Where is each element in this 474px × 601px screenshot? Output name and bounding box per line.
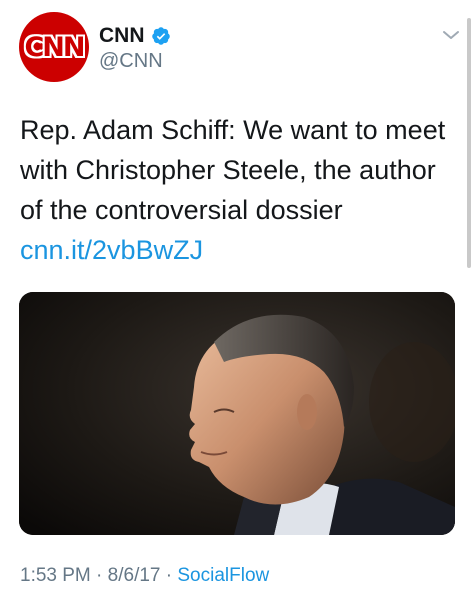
author-display-name[interactable]: CNN: [99, 24, 145, 48]
scrollbar[interactable]: [467, 18, 471, 268]
tweet-meta: 1:53 PM · 8/6/17 · SocialFlow: [20, 565, 269, 587]
author-handle[interactable]: @CNN: [99, 50, 163, 73]
tweet-time[interactable]: 1:53 PM: [20, 565, 91, 586]
tweet-text: Rep. Adam Schiff: We want to meet with C…: [20, 110, 456, 270]
photo-image: [19, 292, 455, 535]
tweet-media-photo[interactable]: [19, 292, 455, 535]
tweet-date[interactable]: 8/6/17: [108, 565, 161, 586]
avatar[interactable]: CNN: [19, 12, 89, 82]
tweet-link[interactable]: cnn.it/2vbBwZJ: [20, 235, 203, 265]
meta-separator: ·: [90, 565, 108, 586]
author-name-row: CNN: [99, 24, 171, 48]
meta-separator: ·: [160, 565, 178, 586]
tweet-body: Rep. Adam Schiff: We want to meet with C…: [20, 115, 446, 225]
tweet-source-link[interactable]: SocialFlow: [177, 565, 269, 586]
verified-badge-icon: [151, 27, 170, 45]
tweet-card: CNN CNN @CNN Rep. Adam Schiff: We want t…: [0, 0, 474, 601]
chevron-down-icon[interactable]: [442, 28, 460, 42]
cnn-logo: CNN: [24, 31, 85, 63]
